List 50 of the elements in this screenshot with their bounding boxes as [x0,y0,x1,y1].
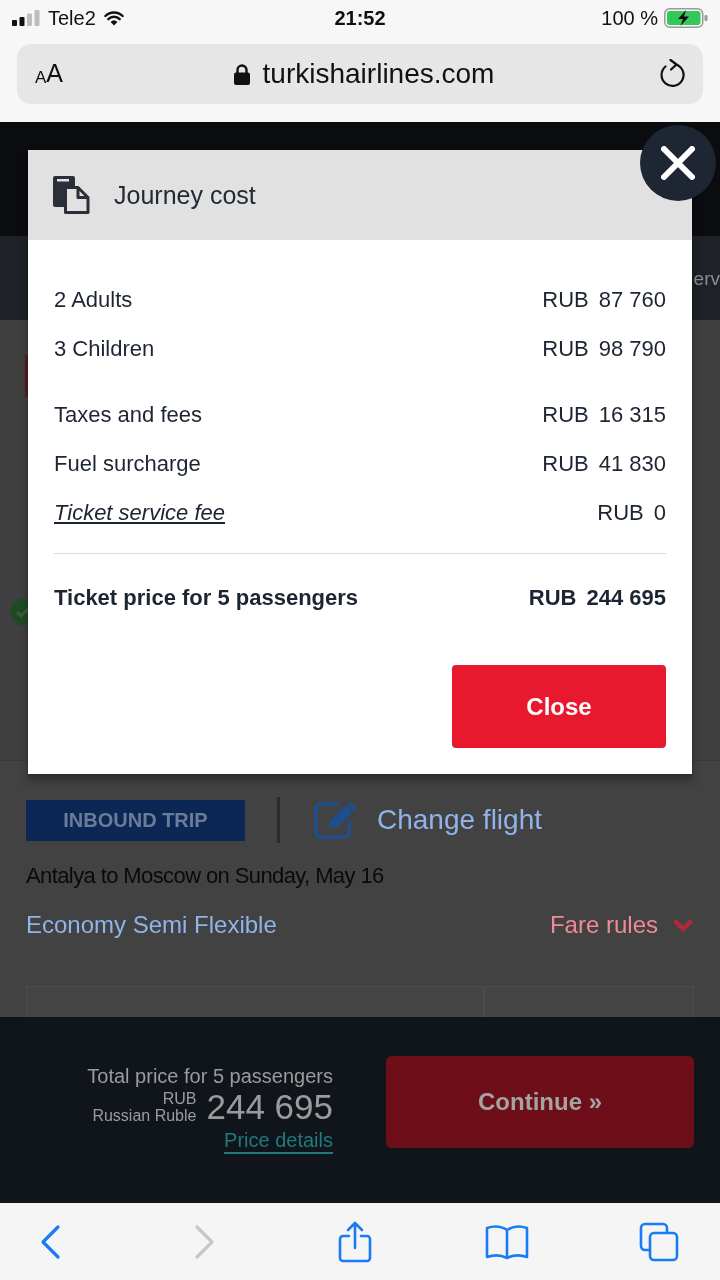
close-icon [661,146,695,180]
nav-text: erv [693,268,720,288]
text-size-button[interactable]: AA [35,60,64,88]
close-button[interactable]: Close [452,665,666,748]
price-amount: 98 790 [598,337,666,360]
battery-charging-icon [664,8,708,28]
fare-class: Economy Semi Flexible [26,913,277,937]
documents-icon [53,176,90,214]
row-label: 2 Adults [54,288,133,311]
currency-code: RUB [162,1090,197,1107]
share-icon[interactable] [338,1220,372,1263]
accent-bar [25,355,28,397]
price-amount: 87 760 [598,288,666,311]
clock-time: 21:52 [334,8,386,28]
row-label: Fuel surcharge [54,452,201,475]
price-details-link[interactable]: Price details [224,1128,333,1154]
currency-code: RUB [542,337,589,360]
trip-badge: INBOUND TRIP [26,799,245,841]
battery-percent: 100 % [601,8,658,28]
continue-button[interactable]: Continue » [386,1056,694,1148]
address-bar[interactable]: AA turkishairlines.com [17,44,703,104]
tabs-icon[interactable] [639,1221,679,1262]
change-flight-link[interactable]: Change flight [377,806,542,834]
lock-icon [233,63,250,85]
row-link[interactable]: Ticket service fee [54,501,225,524]
bookmarks-icon[interactable] [485,1223,529,1260]
signal-icon [12,10,40,26]
check-icon [10,598,28,626]
url-text: turkishairlines.com [262,60,495,88]
currency-name: Russian Ruble [92,1107,197,1124]
dialog-title: Journey cost [114,182,256,208]
price-amount: 16 315 [598,403,666,426]
currency-code: RUB [542,452,589,475]
wifi-icon [103,10,124,26]
currency-code: RUB [597,501,644,524]
reload-icon[interactable] [659,59,685,89]
currency-code: RUB [542,288,589,311]
fare-rules-link[interactable]: Fare rules [549,913,658,937]
total-price-label: Total price for 5 passengers [87,1064,333,1088]
row-label: 3 Children [54,337,155,360]
total-label: Ticket price for 5 passengers [54,586,359,609]
carrier-name: Tele2 [48,8,96,28]
currency-code: RUB [542,403,589,426]
route-text: Antalya to Moscow on Sunday, May 16 [26,862,384,890]
price-amount: 0 [653,501,666,524]
total-currency: RUB [528,586,577,609]
total-amount: 244 695 [206,1087,333,1128]
total-amount: 244 695 [586,586,666,609]
price-amount: 41 830 [598,452,666,475]
row-label: Taxes and fees [54,403,202,426]
